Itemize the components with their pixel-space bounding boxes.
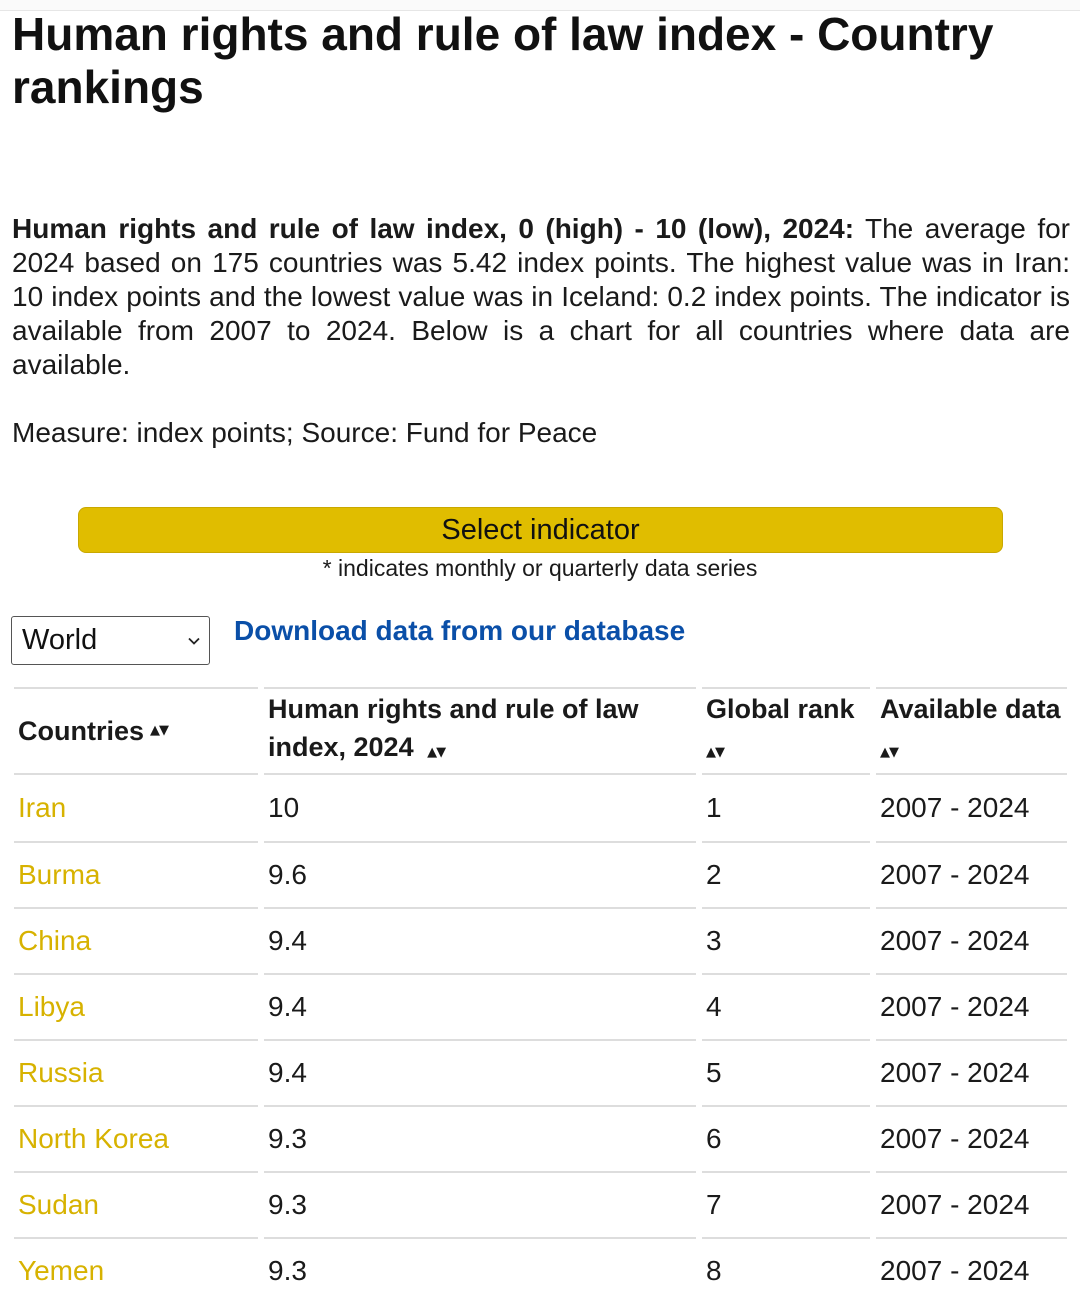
series-note: * indicates monthly or quarterly data se… xyxy=(322,555,758,581)
country-link[interactable]: China xyxy=(18,925,91,957)
table-row: China 9.4 3 2007 - 2024 xyxy=(14,907,1067,973)
available-range: 2007 - 2024 xyxy=(876,907,1067,973)
rank-value: 1 xyxy=(706,792,722,823)
select-indicator-button[interactable]: Select indicator xyxy=(78,507,1003,553)
index-value: 9.3 xyxy=(264,1171,696,1237)
index-value: 9.6 xyxy=(264,841,696,907)
table-row: Burma 9.6 2 2007 - 2024 xyxy=(14,841,1067,907)
table-row: Iran 10 1 2007 - 2024 xyxy=(14,775,1067,841)
sort-arrows-icon[interactable]: ▲▼ xyxy=(706,745,725,760)
country-link[interactable]: Sudan xyxy=(18,1189,99,1221)
country-link[interactable]: North Korea xyxy=(18,1123,169,1155)
header-available-label: Available data xyxy=(880,694,1061,724)
rank-value: 6 xyxy=(702,1105,870,1171)
available-range: 2007 - 2024 xyxy=(876,1171,1067,1237)
table-header-row: Countries ▲▼ Human rights and rule of la… xyxy=(14,687,1067,775)
sort-arrows-icon[interactable]: ▲▼ xyxy=(427,745,446,760)
index-value: 9.4 xyxy=(264,1039,696,1105)
sort-arrows-icon[interactable]: ▲▼ xyxy=(150,712,169,750)
country-link[interactable]: Burma xyxy=(18,859,100,891)
table-row: North Korea 9.3 6 2007 - 2024 xyxy=(14,1105,1067,1171)
measure-source: Measure: index points; Source: Fund for … xyxy=(12,417,598,448)
available-range: 2007 - 2024 xyxy=(876,1237,1067,1303)
country-link[interactable]: Iran xyxy=(18,792,66,824)
sort-arrows-icon[interactable]: ▲▼ xyxy=(880,745,899,760)
available-range: 2007 - 2024 xyxy=(876,1105,1067,1171)
rank-value: 5 xyxy=(702,1039,870,1105)
available-range: 2007 - 2024 xyxy=(876,841,1067,907)
available-range: 2007 - 2024 xyxy=(880,792,1030,823)
rank-value: 3 xyxy=(702,907,870,973)
header-countries-label: Countries xyxy=(18,716,145,746)
chevron-down-icon xyxy=(187,634,201,648)
rankings-table: Countries ▲▼ Human rights and rule of la… xyxy=(14,687,1067,1303)
region-select[interactable]: World xyxy=(11,616,210,665)
available-range: 2007 - 2024 xyxy=(876,973,1067,1039)
header-index-line1: Human rights and rule of law xyxy=(268,694,639,724)
header-countries[interactable]: Countries ▲▼ xyxy=(14,687,258,775)
header-available[interactable]: Available data ▲▼ xyxy=(876,687,1067,775)
table-row: Yemen 9.3 8 2007 - 2024 xyxy=(14,1237,1067,1303)
header-rank[interactable]: Global rank ▲▼ xyxy=(702,687,870,775)
rank-value: 8 xyxy=(702,1237,870,1303)
header-index-line2: index, 2024 xyxy=(268,732,414,762)
country-link[interactable]: Libya xyxy=(18,991,85,1023)
header-index[interactable]: Human rights and rule of law index, 2024… xyxy=(264,687,696,775)
index-value: 9.3 xyxy=(264,1237,696,1303)
country-link[interactable]: Russia xyxy=(18,1057,104,1089)
index-value: 9.3 xyxy=(264,1105,696,1171)
intro-paragraph: Human rights and rule of law index, 0 (h… xyxy=(12,212,1070,382)
index-value: 10 xyxy=(268,792,300,823)
rank-value: 4 xyxy=(702,973,870,1039)
page-title: Human rights and rule of law index - Cou… xyxy=(12,8,994,113)
available-range: 2007 - 2024 xyxy=(876,1039,1067,1105)
download-data-link[interactable]: Download data from our database xyxy=(234,613,685,649)
rank-value: 2 xyxy=(702,841,870,907)
header-rank-label: Global rank xyxy=(706,694,855,724)
index-value: 9.4 xyxy=(264,973,696,1039)
intro-bold-label: Human rights and rule of law index, 0 (h… xyxy=(12,213,855,244)
table-row: Russia 9.4 5 2007 - 2024 xyxy=(14,1039,1067,1105)
country-link[interactable]: Yemen xyxy=(18,1255,104,1287)
table-row: Libya 9.4 4 2007 - 2024 xyxy=(14,973,1067,1039)
region-select-value: World xyxy=(22,624,98,656)
rank-value: 7 xyxy=(702,1171,870,1237)
index-value: 9.4 xyxy=(264,907,696,973)
table-row: Sudan 9.3 7 2007 - 2024 xyxy=(14,1171,1067,1237)
